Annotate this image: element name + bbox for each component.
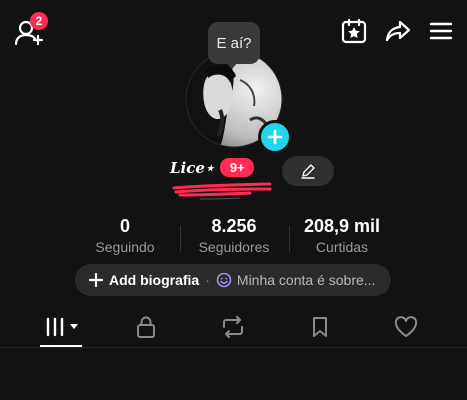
add-bio-label: Add biografia xyxy=(109,272,200,288)
share-icon xyxy=(385,20,411,42)
tab-saved[interactable] xyxy=(300,312,340,342)
stat-likes[interactable]: 208,9 mil Curtidas xyxy=(294,216,390,255)
tabs-divider xyxy=(0,347,467,348)
stat-followers-label: Seguidores xyxy=(198,239,270,255)
status-bubble-text: E aí? xyxy=(216,34,252,52)
status-bubble-tail xyxy=(226,62,238,69)
account-about-label: Minha conta é sobre... xyxy=(236,272,376,288)
heart-icon xyxy=(394,316,418,337)
stat-following-label: Seguindo xyxy=(95,239,155,255)
status-bubble[interactable]: E aí? xyxy=(208,22,260,64)
menu-icon xyxy=(429,22,453,40)
stat-divider xyxy=(289,226,290,252)
plus-icon xyxy=(89,273,103,287)
redaction-scribble xyxy=(170,180,280,207)
stat-likes-label: Curtidas xyxy=(315,239,369,255)
stat-following-value: 0 xyxy=(119,216,130,236)
stat-followers[interactable]: 8.256 Seguidores xyxy=(188,216,280,255)
profile-tabs xyxy=(0,312,467,348)
active-tab-indicator xyxy=(40,345,82,347)
friend-requests-badge: 2 xyxy=(30,12,48,30)
tab-videos[interactable] xyxy=(42,312,82,342)
calendar-star-icon xyxy=(341,18,367,44)
bio-bar[interactable]: Add biografia · Minha conta é sobre... xyxy=(75,264,391,296)
username: Lice⋆ xyxy=(170,158,215,177)
pencil-icon xyxy=(301,164,315,179)
repost-icon xyxy=(223,316,243,338)
menu-button[interactable] xyxy=(429,18,453,44)
bio-separator: · xyxy=(205,272,210,288)
calendar-star-button[interactable] xyxy=(341,18,367,44)
stat-followers-value: 8.256 xyxy=(211,216,257,236)
add-bio-button[interactable]: Add biografia xyxy=(89,272,199,288)
tab-liked[interactable] xyxy=(386,312,426,342)
lock-icon xyxy=(137,316,155,338)
account-about-button[interactable]: Minha conta é sobre... xyxy=(216,272,376,288)
videos-grid-icon xyxy=(46,317,78,337)
stat-following[interactable]: 0 Seguindo xyxy=(84,216,166,255)
add-story-button[interactable] xyxy=(258,120,292,154)
smiley-icon xyxy=(216,272,232,288)
stat-divider xyxy=(180,226,181,252)
tab-reposts[interactable] xyxy=(213,312,253,342)
tab-private[interactable] xyxy=(126,312,166,342)
plus-icon xyxy=(267,129,283,145)
messages-badge[interactable]: 9+ xyxy=(220,158,255,177)
stat-likes-value: 208,9 mil xyxy=(303,216,381,236)
edit-profile-button[interactable] xyxy=(282,156,334,186)
share-button[interactable] xyxy=(385,18,411,44)
bookmark-icon xyxy=(313,317,327,337)
